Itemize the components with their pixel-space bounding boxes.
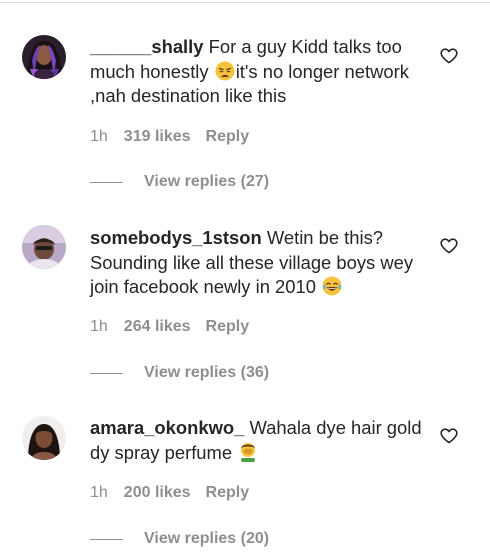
view-replies-label: View replies (27) xyxy=(144,173,270,190)
comment-timestamp: 1h xyxy=(90,128,108,145)
avatar[interactable] xyxy=(22,416,66,460)
comment-username[interactable]: somebodys_1stson xyxy=(90,227,262,248)
comment-username[interactable]: ______shally xyxy=(90,36,204,57)
avatar[interactable] xyxy=(22,35,66,79)
avatar[interactable] xyxy=(22,225,66,269)
comment-text: amara_okonkwo_ Wahala dye hair gold dy s… xyxy=(90,416,430,465)
like-heart-icon[interactable] xyxy=(440,428,458,444)
view-replies-button[interactable]: View replies (20) xyxy=(90,529,269,549)
top-divider xyxy=(0,2,490,3)
comment-timestamp: 1h xyxy=(90,318,108,335)
view-replies-label: View replies (20) xyxy=(144,530,270,547)
replies-line xyxy=(90,372,123,374)
comment-text: somebodys_1stson Wetin be this? Sounding… xyxy=(90,226,430,300)
reply-button[interactable]: Reply xyxy=(206,128,250,146)
likes-count[interactable]: 264 likes xyxy=(124,318,191,336)
view-replies-label: View replies (36) xyxy=(144,364,270,381)
comment-username[interactable]: amara_okonkwo_ xyxy=(90,417,244,438)
comment-meta: 1h 319 likes Reply xyxy=(90,127,249,147)
weary-face-icon xyxy=(215,61,235,80)
likes-count[interactable]: 319 likes xyxy=(124,128,191,146)
comment-meta: 1h 264 likes Reply xyxy=(90,317,249,337)
comment-meta: 1h 200 likes Reply xyxy=(90,483,249,503)
reply-button[interactable]: Reply xyxy=(206,318,250,336)
view-replies-button[interactable]: View replies (27) xyxy=(90,172,269,192)
like-heart-icon[interactable] xyxy=(440,48,458,64)
view-replies-button[interactable]: View replies (36) xyxy=(90,363,269,383)
likes-count[interactable]: 200 likes xyxy=(124,484,191,502)
reply-button[interactable]: Reply xyxy=(206,484,250,502)
man-facepalming-icon xyxy=(241,442,256,462)
replies-line xyxy=(90,538,123,540)
like-heart-icon[interactable] xyxy=(440,238,458,254)
replies-line xyxy=(90,181,123,183)
comment-timestamp: 1h xyxy=(90,484,108,501)
tears-of-joy-icon xyxy=(322,276,342,296)
comment-text: ______shally For a guy Kidd talks too mu… xyxy=(90,35,430,109)
